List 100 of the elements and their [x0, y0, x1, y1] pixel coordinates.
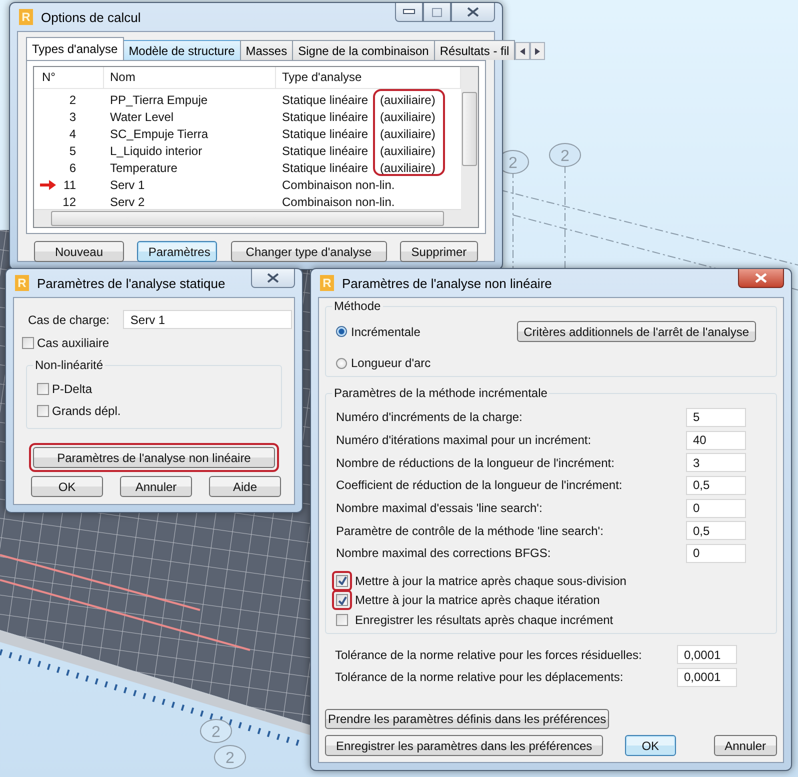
table-cell-text: Combinaison non-lin. [281, 178, 396, 192]
group-title: Méthode [332, 299, 383, 313]
checkbox-label: Mettre à jour la matrice après chaque sous-division [355, 574, 626, 588]
dialog-button[interactable]: Changer type d'analyse [230, 241, 387, 262]
input-field[interactable]: 5 [686, 408, 746, 427]
column-header[interactable]: N° [34, 67, 104, 88]
minimize-button[interactable] [395, 3, 423, 22]
input-field[interactable]: 0,0001 [677, 645, 737, 664]
dialog-button[interactable]: Annuler [120, 476, 192, 497]
ok-button[interactable]: OK [625, 735, 676, 756]
table-cell-text: Combinaison non-lin. [281, 194, 396, 208]
checkbox[interactable] [37, 405, 49, 417]
input-field[interactable]: 0,0001 [677, 668, 737, 687]
checkbox[interactable] [336, 614, 348, 626]
radio-label: Incrémentale [351, 324, 420, 338]
table-cell-text: Statique linéaire [281, 160, 370, 174]
maximize-button[interactable] [423, 3, 451, 22]
radio-label: Longueur d'arc [351, 356, 431, 370]
table-cell-text: Serv 1 [109, 178, 146, 192]
table-cell-text: L_Liquido interior [109, 144, 204, 158]
cancel-button[interactable]: Annuler [714, 735, 777, 756]
scroll-right-button[interactable] [530, 42, 546, 60]
tab[interactable]: Signe de la combinaison [292, 40, 435, 60]
table-cell-text: (auxiliaire) [379, 110, 436, 124]
field-label: Tolérance de la norme relative pour les déplacements: [335, 670, 624, 684]
field-label: Coefficient de réduction de la longueur de l'incrément: [336, 478, 622, 492]
table-cell: 2 [69, 92, 76, 106]
checkbox[interactable] [22, 337, 34, 349]
column-header[interactable]: Nom [104, 67, 276, 88]
right-arrow-icon [535, 48, 540, 54]
window-title: Options de calcul [41, 10, 141, 24]
grid-axis-bubble: 2 [213, 744, 247, 770]
scroll-left-button[interactable] [515, 42, 530, 60]
table-cell-text: SC_Empuje Tierra [109, 126, 210, 140]
app-logo: R [320, 275, 334, 291]
app-logo: R [19, 9, 33, 25]
table-cell-text: (auxiliaire) [379, 144, 436, 158]
save-preferences-button[interactable]: Enregistrer les paramètres dans les préférences [325, 735, 604, 756]
group-title: Non-linéarité [33, 358, 106, 372]
checkbox-label: Enregistrer les résultats après chaque incrément [355, 612, 614, 627]
close-icon [755, 273, 767, 283]
input-field[interactable]: 0 [686, 498, 746, 518]
dialog-button[interactable]: Aide [209, 476, 281, 497]
field-label: Nombre maximal des corrections BFGS: [336, 546, 551, 560]
load-case-field[interactable]: Serv 1 [123, 310, 292, 329]
dialog-button[interactable]: OK [31, 476, 103, 497]
load-preferences-button[interactable]: Prendre les paramètres définis dans les préférences [325, 709, 610, 729]
close-button[interactable] [738, 269, 784, 288]
dialog-button[interactable]: Nouveau [34, 241, 124, 262]
field-label: Cas de charge: [28, 312, 110, 326]
dialog-button[interactable]: Paramètres [137, 241, 218, 262]
table-cell-text: Serv 2 [109, 194, 146, 208]
checkbox[interactable] [37, 383, 49, 395]
close-button[interactable] [251, 269, 295, 288]
field-label: Nombre de réductions de la longueur de l'incrément: [336, 456, 614, 470]
table-cell: 4 [69, 126, 76, 140]
field-label: Paramètre de contrôle de la méthode 'line search': [336, 524, 604, 538]
table-cell-text: Water Level [109, 110, 175, 124]
input-field[interactable]: 0 [686, 544, 746, 563]
tab[interactable]: Types d'analyse [26, 37, 124, 60]
table-cell: 6 [69, 160, 76, 174]
radio-button[interactable] [336, 326, 347, 337]
checkbox-label: Mettre à jour la matrice après chaque itération [355, 593, 600, 608]
tab[interactable]: Modèle de structure [122, 40, 241, 60]
tab[interactable]: Résultats - fil [434, 40, 516, 60]
group-title: Paramètres de la méthode incrémentale [332, 386, 550, 400]
input-field[interactable]: 0,5 [686, 521, 746, 540]
checkbox-label: P-Delta [52, 382, 92, 396]
close-icon [467, 7, 479, 17]
input-field[interactable]: 0,5 [686, 476, 746, 495]
close-icon [267, 273, 279, 283]
app-logo: R [15, 275, 29, 291]
checkbox-label: Grands dépl. [52, 404, 121, 418]
table-cell-text: Statique linéaire [281, 110, 370, 124]
horizontal-scrollbar[interactable] [34, 209, 461, 227]
field-label: Numéro d'incréments de la charge: [336, 410, 522, 424]
table-cell-text: PP_Tierra Empuje [109, 92, 209, 106]
tab[interactable]: Masses [240, 40, 294, 60]
radio-button[interactable] [336, 358, 347, 368]
nonlinear-parameters-button[interactable]: Paramètres de l'analyse non linéaire [33, 447, 275, 468]
close-button[interactable] [451, 3, 495, 22]
table-cell-text: (auxiliaire) [379, 160, 436, 174]
stop-criteria-button[interactable]: Critères additionnels de l'arrêt de l'analyse [516, 321, 756, 342]
table-cell: 12 [62, 194, 76, 208]
left-arrow-icon [520, 48, 526, 54]
checkbox[interactable] [336, 574, 348, 587]
window-title: Paramètres de l'analyse statique [37, 276, 226, 290]
dialog-button[interactable]: Supprimer [400, 241, 478, 262]
table-cell-text: Temperature [109, 160, 178, 174]
vertical-scrollbar[interactable] [461, 67, 478, 227]
table-cell-text: (auxiliaire) [379, 92, 436, 106]
field-label: Numéro d'itérations maximal pour un incrément: [336, 433, 592, 448]
checkbox[interactable] [336, 594, 348, 606]
table-cell-text: Statique linéaire [281, 126, 370, 140]
maximize-icon [432, 8, 442, 16]
table-cell-text: (auxiliaire) [379, 126, 436, 140]
input-field[interactable]: 3 [686, 453, 746, 472]
input-field[interactable]: 40 [686, 430, 746, 450]
table-cell: 5 [69, 144, 76, 158]
field-label: Tolérance de la norme relative pour les forces résiduelles: [335, 648, 642, 662]
